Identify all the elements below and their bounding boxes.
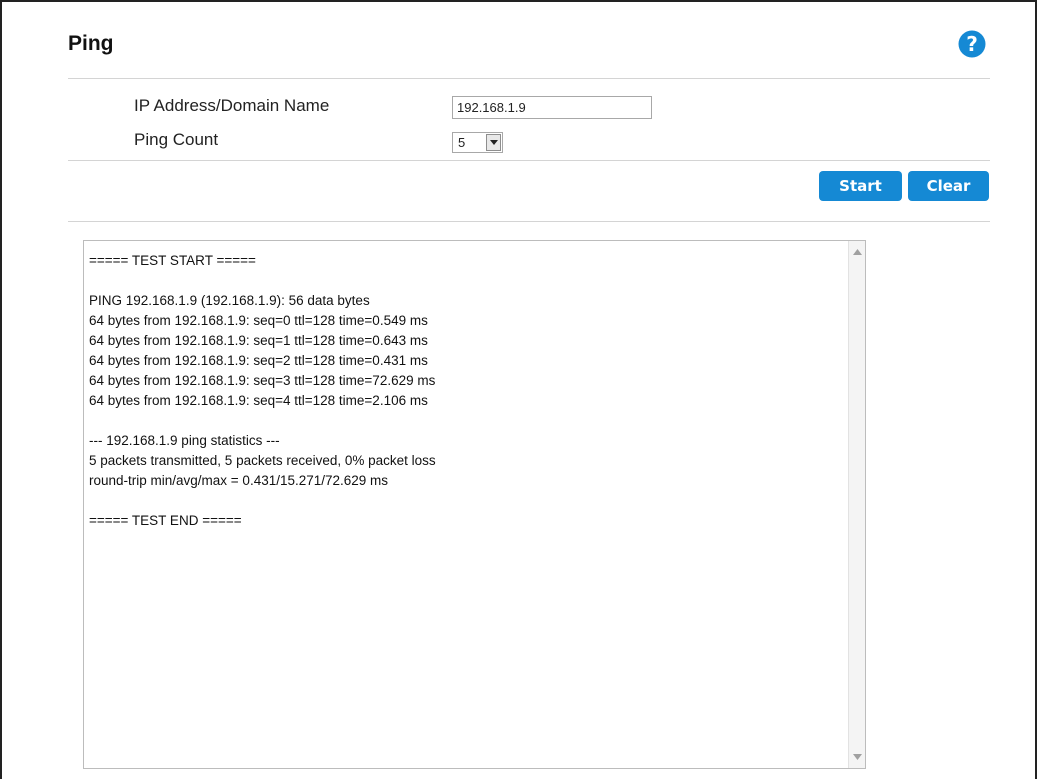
scroll-up-icon[interactable] — [853, 249, 862, 255]
ping-count-label: Ping Count — [134, 130, 219, 149]
ip-address-label: IP Address/Domain Name — [134, 96, 330, 115]
output-line: 64 bytes from 192.168.1.9: seq=3 ttl=128… — [89, 373, 436, 388]
page-title: Ping — [68, 32, 114, 55]
output-scrollbar[interactable] — [848, 241, 865, 768]
ping-output-text: ===== TEST START ===== PING 192.168.1.9 … — [89, 251, 844, 531]
ping-count-value: 5 — [458, 135, 466, 150]
start-button[interactable]: Start — [819, 171, 902, 201]
title-divider — [68, 78, 990, 79]
ping-count-select[interactable]: 5 — [452, 132, 503, 153]
button-divider — [68, 221, 990, 222]
output-line: ===== TEST START ===== — [89, 253, 256, 268]
output-line: --- 192.168.1.9 ping statistics --- — [89, 433, 280, 448]
output-line: 64 bytes from 192.168.1.9: seq=0 ttl=128… — [89, 313, 428, 328]
ping-output-textarea[interactable]: ===== TEST START ===== PING 192.168.1.9 … — [83, 240, 866, 769]
svg-text:?: ? — [966, 32, 978, 56]
output-line: PING 192.168.1.9 (192.168.1.9): 56 data … — [89, 293, 370, 308]
output-line: ===== TEST END ===== — [89, 513, 242, 528]
output-line: 64 bytes from 192.168.1.9: seq=4 ttl=128… — [89, 393, 428, 408]
output-line: round-trip min/avg/max = 0.431/15.271/72… — [89, 473, 389, 488]
output-line: 64 bytes from 192.168.1.9: seq=2 ttl=128… — [89, 353, 428, 368]
scroll-down-icon[interactable] — [853, 754, 862, 760]
form-divider — [68, 160, 990, 161]
output-line: 5 packets transmitted, 5 packets receive… — [89, 453, 436, 468]
output-line: 64 bytes from 192.168.1.9: seq=1 ttl=128… — [89, 333, 428, 348]
help-icon[interactable]: ? — [958, 30, 986, 58]
chevron-down-icon[interactable] — [486, 134, 501, 151]
ip-address-input[interactable] — [452, 96, 652, 119]
clear-button[interactable]: Clear — [908, 171, 989, 201]
